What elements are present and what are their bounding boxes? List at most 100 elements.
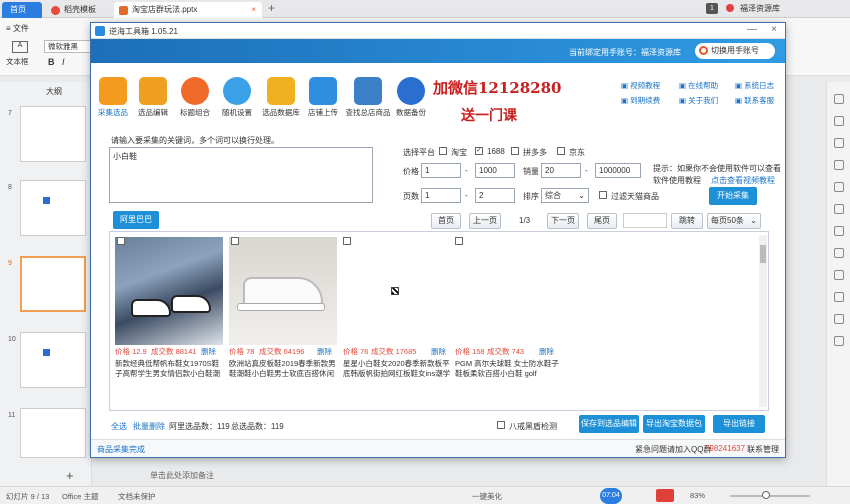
product-image[interactable] xyxy=(115,237,223,345)
file-menu[interactable]: ≡ 文件 xyxy=(6,23,29,34)
pager-first-button[interactable]: 首页 xyxy=(431,213,461,229)
tool-icon[interactable] xyxy=(834,160,844,170)
zoom-handle[interactable] xyxy=(762,491,770,499)
protect-status[interactable]: 文档未保护 xyxy=(118,491,156,502)
account-banner: 当前绑定用手账号：福泽资源库 切换用手账号 xyxy=(91,39,785,63)
tool-icon[interactable] xyxy=(834,138,844,148)
batch-delete-link[interactable]: 批量删除 xyxy=(133,421,165,432)
link-renew[interactable]: ▣ 到期续费 xyxy=(621,95,660,106)
pager-next-button[interactable]: 下一页 xyxy=(547,213,579,229)
add-slide-icon[interactable]: + xyxy=(66,468,74,483)
link-support[interactable]: ▣ 联系客服 xyxy=(735,95,774,106)
tool-icon[interactable] xyxy=(834,248,844,258)
slide-thumb-7[interactable] xyxy=(20,106,86,162)
tab-pptx[interactable]: 淘宝店群玩法.pptx × xyxy=(114,2,262,18)
product-checkbox[interactable] xyxy=(117,237,125,245)
price-max-input[interactable]: 1000 xyxy=(475,163,515,178)
tab-docer[interactable]: 稻壳模板 xyxy=(46,2,110,18)
tool-icon[interactable] xyxy=(834,226,844,236)
notes-placeholder[interactable]: 单击此处添加备注 xyxy=(150,470,214,481)
product-delete-link[interactable]: 删除 xyxy=(539,347,554,357)
export-link-button[interactable]: 导出链接 xyxy=(713,415,765,433)
platform-jd-checkbox[interactable] xyxy=(557,147,565,155)
link-about[interactable]: ▣ 关于我们 xyxy=(679,95,718,106)
product-checkbox[interactable] xyxy=(343,237,351,245)
sales-min-input[interactable]: 20 xyxy=(541,163,581,178)
source-alibaba-tab[interactable]: 阿里巴巴 xyxy=(113,211,159,229)
slide-position: 幻灯片 9 / 13 xyxy=(6,492,50,501)
platform-taobao-checkbox[interactable] xyxy=(439,147,447,155)
tool-backup[interactable]: 数据备份 xyxy=(391,77,431,118)
tip-video-link[interactable]: 点击查看视频教程 xyxy=(711,175,775,186)
link-help[interactable]: ▣ 在线帮助 xyxy=(679,80,718,91)
platform-1688-checkbox[interactable]: ✓ xyxy=(475,147,483,155)
slide-thumb-10[interactable] xyxy=(20,332,86,388)
product-title-line1: 新款经典低帮帆布鞋女1970S鞋 xyxy=(115,359,220,368)
tool-upload[interactable]: 店铺上传 xyxy=(303,77,343,118)
qq-group-number[interactable]: 798241637 xyxy=(705,444,745,453)
product-delete-link[interactable]: 删除 xyxy=(431,347,446,357)
bold-button[interactable]: B xyxy=(48,57,55,67)
pager-last-button[interactable]: 尾页 xyxy=(587,213,617,229)
tool-collect[interactable]: 采集选品 xyxy=(93,77,133,118)
contact-admin-link[interactable]: 联系管理 xyxy=(747,444,779,455)
textbox-icon[interactable]: A xyxy=(12,41,28,53)
slide-thumb-9[interactable] xyxy=(20,256,86,312)
pager-prev-button[interactable]: 上一页 xyxy=(469,213,501,229)
close-icon[interactable]: × xyxy=(771,24,777,35)
product-delete-link[interactable]: 删除 xyxy=(201,347,216,357)
tool-find-store[interactable]: 查找总店商品 xyxy=(343,77,393,118)
tool-database[interactable]: 选品数据库 xyxy=(259,77,303,118)
product-deals: 成交数 88141 xyxy=(151,347,197,356)
tool-icon[interactable] xyxy=(834,116,844,126)
tool-icon[interactable] xyxy=(834,94,844,104)
export-taobao-button[interactable]: 导出淘宝数据包 xyxy=(643,415,705,433)
link-log[interactable]: ▣ 系统日志 xyxy=(735,80,774,91)
product-checkbox[interactable] xyxy=(231,237,239,245)
tab-close-icon[interactable]: × xyxy=(251,2,256,18)
tool-icon[interactable] xyxy=(834,314,844,324)
switch-account-button[interactable]: 切换用手账号 xyxy=(695,43,775,59)
start-collect-button[interactable]: 开始采集 xyxy=(709,187,757,205)
zoom-slider[interactable] xyxy=(730,495,810,497)
slide-thumb-11[interactable] xyxy=(20,408,86,458)
slide-number: 9 xyxy=(8,260,12,267)
tab-home[interactable]: 首页 xyxy=(2,2,42,18)
play-icon[interactable] xyxy=(656,489,674,502)
tool-icon[interactable] xyxy=(834,204,844,214)
tool-icon[interactable] xyxy=(834,270,844,280)
platform-pdd-checkbox[interactable] xyxy=(511,147,519,155)
select-all-link[interactable]: 全选 xyxy=(111,421,127,432)
price-min-input[interactable]: 1 xyxy=(421,163,461,178)
pages-max-input[interactable]: 2 xyxy=(475,188,515,203)
per-page-select[interactable]: 每页50条 ⌄ xyxy=(707,213,761,229)
keyword-textarea[interactable]: 小白鞋 xyxy=(109,147,373,203)
sort-select[interactable]: 综合 ⌄ xyxy=(541,188,589,203)
filter-tmall-checkbox[interactable] xyxy=(599,191,607,199)
save-to-edit-button[interactable]: 保存到选品编辑 xyxy=(579,415,639,433)
tool-title-combo[interactable]: 标题组合 xyxy=(175,77,215,118)
tool-icon[interactable] xyxy=(834,182,844,192)
product-delete-link[interactable]: 删除 xyxy=(317,347,332,357)
user-avatar[interactable] xyxy=(726,4,734,12)
sales-max-input[interactable]: 1000000 xyxy=(595,163,641,178)
outline-tab[interactable]: 大纲 xyxy=(46,86,62,97)
slide-thumb-8[interactable] xyxy=(20,180,86,236)
pager-jump-input[interactable] xyxy=(623,213,667,228)
product-image[interactable] xyxy=(229,237,337,345)
minimize-icon[interactable]: — xyxy=(747,24,757,35)
new-tab-icon[interactable]: + xyxy=(268,1,275,15)
beautify-button[interactable]: 一键美化 xyxy=(472,491,502,502)
pager-jump-button[interactable]: 跳转 xyxy=(671,213,703,229)
pages-min-input[interactable]: 1 xyxy=(421,188,461,203)
anti-check-checkbox[interactable] xyxy=(497,421,505,429)
grid-scrollbar[interactable] xyxy=(759,235,767,407)
tool-icon[interactable] xyxy=(834,292,844,302)
scrollbar-thumb[interactable] xyxy=(760,245,766,263)
italic-button[interactable]: I xyxy=(62,57,65,67)
product-checkbox[interactable] xyxy=(455,237,463,245)
tool-random[interactable]: 随机设置 xyxy=(217,77,257,118)
tool-icon[interactable] xyxy=(834,336,844,346)
link-video[interactable]: ▣ 视频教程 xyxy=(621,80,660,91)
tool-edit[interactable]: 选品编辑 xyxy=(133,77,173,118)
